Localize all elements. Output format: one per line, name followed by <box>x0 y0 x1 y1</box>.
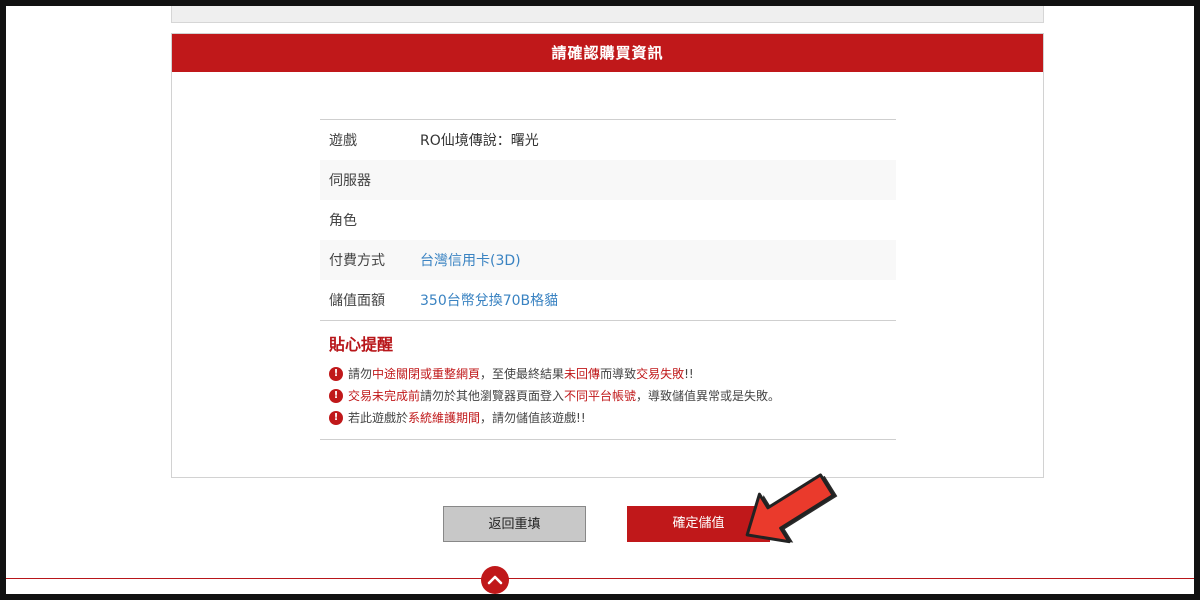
row-label: 遊戲 <box>329 133 357 149</box>
tip-highlight: 交易未完成前 <box>348 389 421 403</box>
row-label: 伺服器 <box>329 173 371 189</box>
tip-text: ，導致儲值異常或是失敗。 <box>636 389 781 403</box>
row-label: 付費方式 <box>329 253 385 269</box>
tip-text: ，請勿儲值該遊戲!! <box>480 411 586 425</box>
row-label: 角色 <box>329 213 357 229</box>
tip-highlight: 系統維護期間 <box>408 411 481 425</box>
previous-panel <box>171 0 1044 23</box>
reminder-item: ! 請勿 中途關閉或重整網頁 ，至使最終結果 未回傳 而導致 交易失敗!! <box>329 363 896 385</box>
reminder-title: 貼心提醒 <box>329 335 394 354</box>
info-row-game: 遊戲 RO仙境傳說：曙光 <box>320 120 896 160</box>
tip-highlight: 不同平台帳號 <box>564 389 637 403</box>
row-value: 350台幣兌換70B格貓 <box>420 293 559 309</box>
exclamation-icon: ! <box>329 411 343 425</box>
row-value: RO仙境傳說：曙光 <box>420 133 539 149</box>
purchase-info-table: 遊戲 RO仙境傳說：曙光 伺服器 角色 付費方式 台灣信用卡(3D) 儲值面額 … <box>320 119 896 440</box>
chevron-up-icon <box>487 575 503 585</box>
tip-text: 請勿 <box>348 367 373 381</box>
row-value: 台灣信用卡(3D) <box>420 253 521 269</box>
confirm-purchase-card: 請確認購買資訊 遊戲 RO仙境傳說：曙光 伺服器 角色 付費方式 台灣信用卡(3… <box>171 33 1044 478</box>
row-label: 儲值面額 <box>329 293 385 309</box>
reminder-item: ! 交易未完成前 請勿於其他瀏覽器頁面登入 不同平台帳號 ，導致儲值異常或是失敗。 <box>329 385 896 407</box>
info-row-amount: 儲值面額 350台幣兌換70B格貓 <box>320 280 896 320</box>
back-refill-button[interactable]: 返回重填 <box>443 506 586 542</box>
tip-highlight: 未回傳 <box>564 367 601 381</box>
tip-text: 若此遊戲於 <box>348 411 409 425</box>
info-row-server: 伺服器 <box>320 160 896 200</box>
tip-highlight: 中途關閉或重整網頁 <box>372 367 481 381</box>
reminder-box: 貼心提醒 ! 請勿 中途關閉或重整網頁 ，至使最終結果 未回傳 而導致 交易失敗!! ! … <box>320 320 896 440</box>
tip-text: 而導致 <box>600 367 637 381</box>
tip-text: ，至使最終結果 <box>480 367 565 381</box>
tip-highlight: 交易失敗 <box>636 367 685 381</box>
scroll-to-top-button[interactable] <box>481 566 509 594</box>
exclamation-icon: ! <box>329 367 343 381</box>
pointer-arrow-icon <box>745 473 838 544</box>
footer-divider <box>0 578 1200 579</box>
info-row-character: 角色 <box>320 200 896 240</box>
tip-text: !! <box>684 367 694 381</box>
card-title: 請確認購買資訊 <box>172 34 1043 72</box>
reminder-item: ! 若此遊戲於 系統維護期間 ，請勿儲值該遊戲!! <box>329 407 896 429</box>
tip-text: 請勿於其他瀏覽器頁面登入 <box>420 389 565 403</box>
exclamation-icon: ! <box>329 389 343 403</box>
info-row-payment: 付費方式 台灣信用卡(3D) <box>320 240 896 280</box>
